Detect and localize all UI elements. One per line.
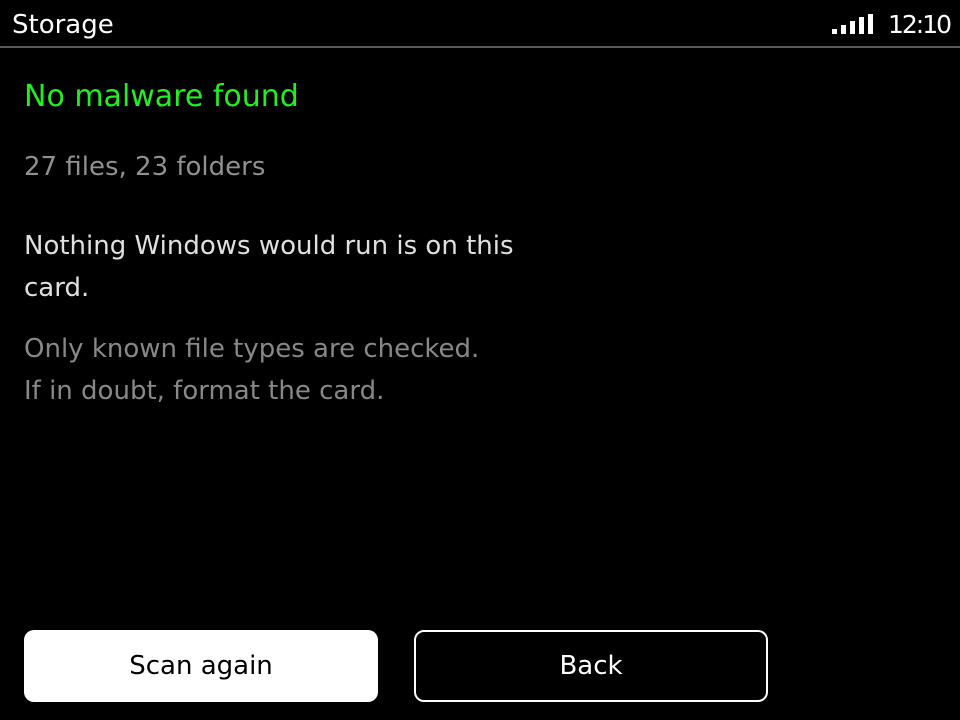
status-bar-clock: 12:10 <box>888 10 952 39</box>
result-message: Nothing Windows would run is on this car… <box>24 231 514 303</box>
signal-strength-icon <box>832 14 874 34</box>
back-button[interactable]: Back <box>414 630 768 702</box>
status-bar: Storage 12:10 <box>0 0 960 48</box>
result-note: Only known file types are checked. If in… <box>24 328 564 412</box>
scan-counts: 27 files, 23 folders <box>24 152 266 182</box>
result-note-line-2: If in doubt, format the card. <box>24 376 385 406</box>
status-bar-title: Storage <box>12 10 114 40</box>
scan-again-label: Scan again <box>129 651 273 681</box>
scan-again-button[interactable]: Scan again <box>24 630 378 702</box>
back-label: Back <box>559 651 623 681</box>
result-note-line-1: Only known file types are checked. <box>24 334 480 364</box>
result-heading: No malware found <box>24 79 299 114</box>
